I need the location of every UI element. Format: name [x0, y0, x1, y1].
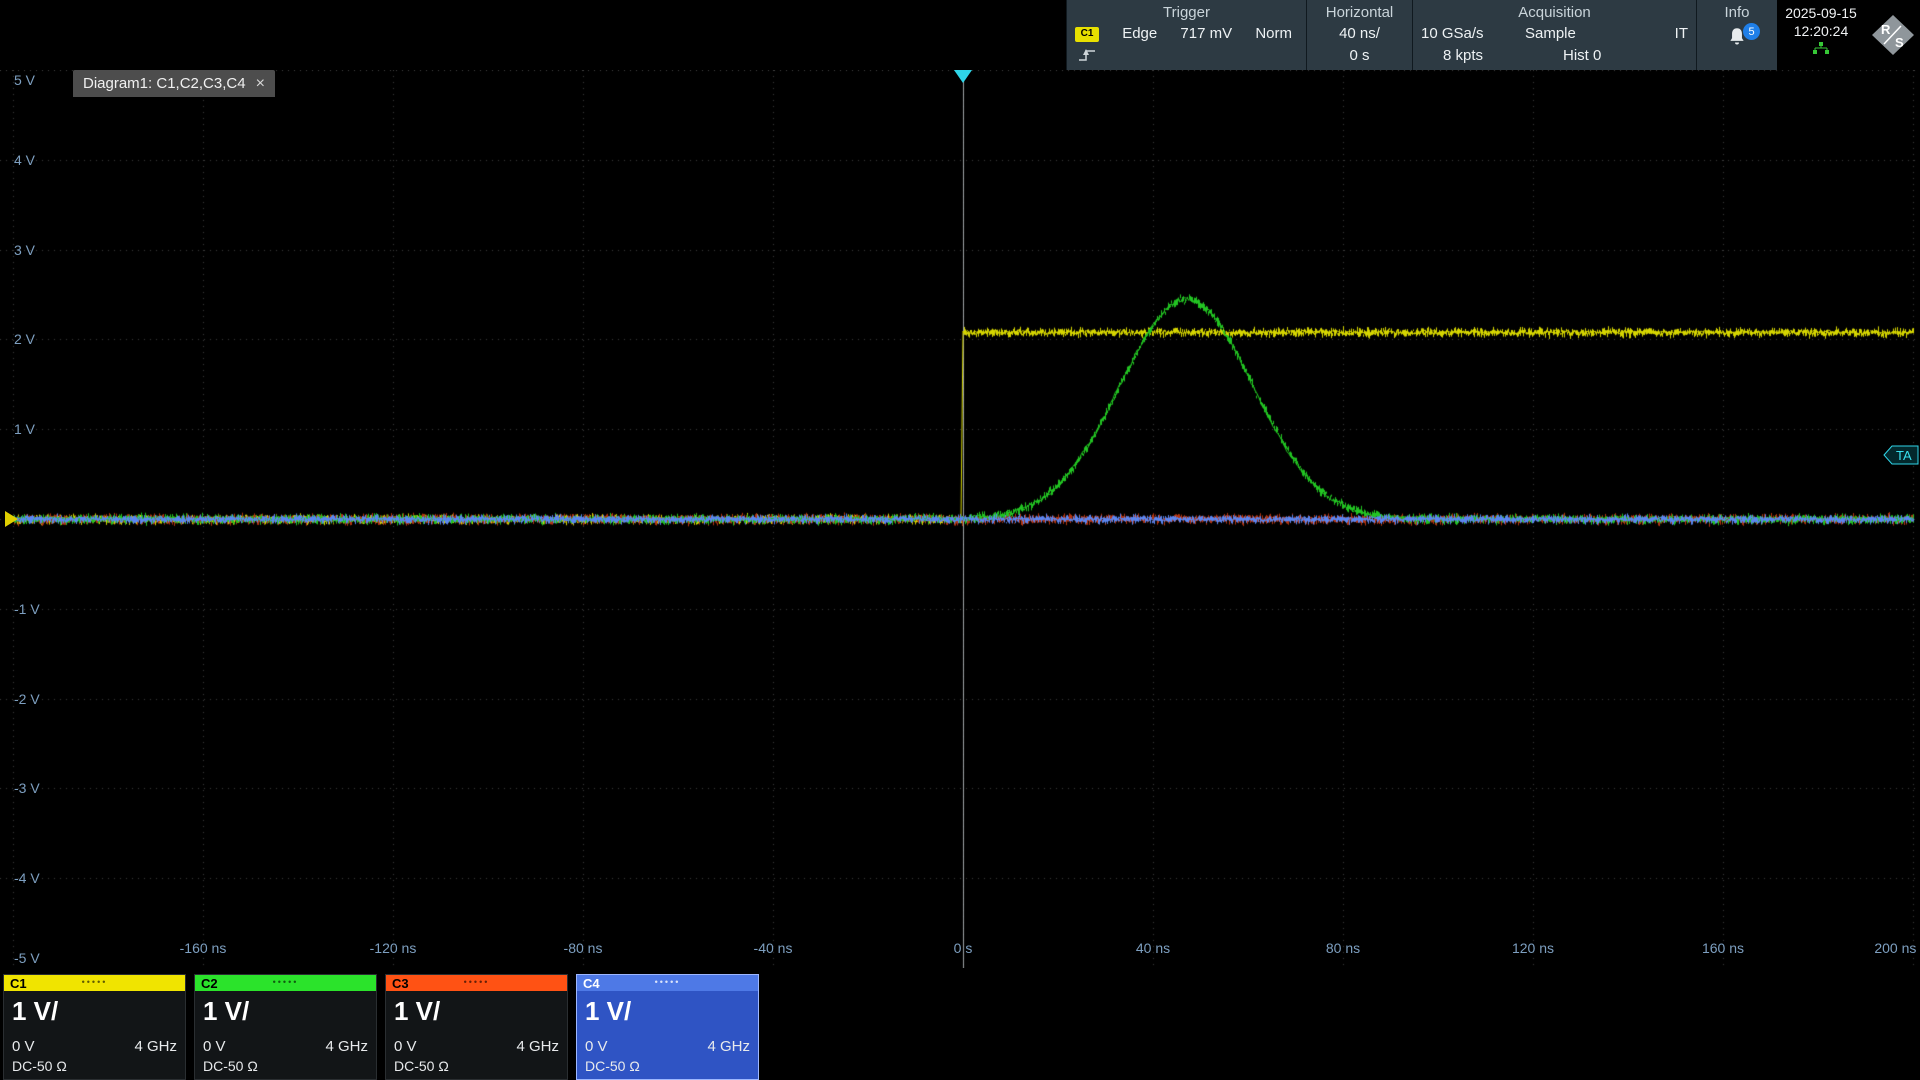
channel-name: C1 [4, 976, 27, 991]
channel-badge-c2[interactable]: C2 ••••• 1 V/ 0 V 4 GHz DC-50 Ω [194, 974, 377, 1080]
diagram-area: Diagram1: C1,C2,C3,C4 × TA -160 ns -120 n… [0, 70, 1920, 968]
channel-offset: 0 V [585, 1037, 608, 1056]
trigger-level-marker-label: TA [1896, 448, 1912, 463]
acquisition-interpolation: IT [1662, 23, 1688, 45]
info-count-badge: 5 [1743, 23, 1760, 40]
date-label: 2025-09-15 [1785, 4, 1857, 22]
channel-body[interactable]: 1 V/ 0 V 4 GHz DC-50 Ω [4, 991, 185, 1079]
svg-text:R: R [1881, 22, 1891, 37]
trigger-panel[interactable]: Trigger C1 Edge 717 mV Norm [1066, 0, 1306, 70]
y-axis-label: 4 V [14, 152, 35, 168]
channel-strip[interactable]: C1 ••••• [4, 975, 185, 991]
acquisition-sample-rate: 10 GSa/s [1421, 23, 1525, 45]
trigger-type: Edge [1122, 23, 1157, 45]
x-axis-label: 200 ns [1874, 940, 1916, 956]
drag-handle-icon: ••••• [82, 977, 108, 987]
y-axis-label: 5 V [14, 72, 35, 88]
channel-scale: 1 V/ [195, 991, 376, 1037]
channel-bandwidth: 4 GHz [707, 1037, 750, 1056]
channel-coupling: DC-50 Ω [4, 1056, 185, 1079]
drag-handle-icon: ••••• [655, 977, 681, 987]
channel-badge-c1[interactable]: C1 ••••• 1 V/ 0 V 4 GHz DC-50 Ω [3, 974, 186, 1080]
top-toolbar: Trigger C1 Edge 717 mV Norm Horizontal 4… [1066, 0, 1920, 70]
network-status-icon [1813, 42, 1829, 55]
channel-body[interactable]: 1 V/ 0 V 4 GHz DC-50 Ω [386, 991, 567, 1079]
channel-offset: 0 V [12, 1037, 35, 1056]
channel-body[interactable]: 1 V/ 0 V 4 GHz DC-50 Ω [577, 991, 758, 1079]
channel-strip[interactable]: C3 ••••• [386, 975, 567, 991]
drag-handle-icon: ••••• [273, 977, 299, 987]
channel-badge-c4[interactable]: C4 ••••• 1 V/ 0 V 4 GHz DC-50 Ω [576, 974, 759, 1080]
x-axis-label: 120 ns [1512, 940, 1554, 956]
channel-scale: 1 V/ [386, 991, 567, 1037]
channel-offset-marker-icon[interactable] [5, 511, 18, 527]
channel-bandwidth: 4 GHz [134, 1037, 177, 1056]
channel-offset: 0 V [394, 1037, 417, 1056]
svg-text:S: S [1895, 35, 1904, 50]
y-axis-label: -4 V [14, 870, 40, 886]
y-axis-label: 1 V [14, 421, 35, 437]
channel-coupling: DC-50 Ω [195, 1056, 376, 1079]
trigger-level: 717 mV [1180, 23, 1232, 45]
trigger-position-marker-icon[interactable] [954, 70, 972, 83]
trigger-slope-rising-icon [1078, 47, 1100, 63]
trigger-level-marker[interactable]: TA [1883, 445, 1919, 465]
trigger-mode: Norm [1255, 23, 1292, 45]
y-axis-label: 2 V [14, 331, 35, 347]
y-axis-label: -2 V [14, 691, 40, 707]
acquisition-history: Hist 0 [1563, 45, 1601, 67]
horizontal-scale: 40 ns/ [1339, 23, 1380, 45]
x-axis-label: -40 ns [754, 940, 793, 956]
horizontal-panel-title: Horizontal [1315, 2, 1404, 23]
channel-coupling: DC-50 Ω [577, 1056, 758, 1079]
horizontal-panel[interactable]: Horizontal 40 ns/ 0 s [1306, 0, 1412, 70]
x-axis-label: -160 ns [180, 940, 227, 956]
channel-name: C2 [195, 976, 218, 991]
channel-bandwidth: 4 GHz [325, 1037, 368, 1056]
x-axis-label: 80 ns [1326, 940, 1360, 956]
diagram-tab-label: Diagram1: C1,C2,C3,C4 [83, 75, 246, 92]
y-axis-label: 3 V [14, 242, 35, 258]
clock-panel: 2025-09-15 12:20:24 [1777, 0, 1865, 70]
drag-handle-icon: ••••• [464, 977, 490, 987]
channel-name: C4 [577, 976, 600, 991]
channel-badge-bar: C1 ••••• 1 V/ 0 V 4 GHz DC-50 Ω C2 •••••… [3, 974, 759, 1080]
y-axis-label: -1 V [14, 601, 40, 617]
channel-coupling: DC-50 Ω [386, 1056, 567, 1079]
acquisition-mode: Sample [1525, 23, 1662, 45]
waveform-canvas[interactable] [0, 70, 1920, 968]
horizontal-position: 0 s [1349, 45, 1369, 67]
channel-scale: 1 V/ [4, 991, 185, 1037]
channel-bandwidth: 4 GHz [516, 1037, 559, 1056]
y-axis-label: -3 V [14, 780, 40, 796]
rohde-schwarz-logo-icon: R S [1870, 13, 1916, 57]
logo-panel: R S [1865, 0, 1920, 70]
x-axis-label: 0 s [954, 940, 973, 956]
acquisition-panel[interactable]: Acquisition 10 GSa/s Sample IT 8 kpts Hi… [1412, 0, 1696, 70]
channel-body[interactable]: 1 V/ 0 V 4 GHz DC-50 Ω [195, 991, 376, 1079]
time-label: 12:20:24 [1794, 22, 1849, 40]
trigger-source-chip: C1 [1075, 27, 1099, 42]
x-axis-label: -120 ns [370, 940, 417, 956]
channel-scale: 1 V/ [577, 991, 758, 1037]
channel-strip[interactable]: C4 ••••• [577, 975, 758, 991]
channel-strip[interactable]: C2 ••••• [195, 975, 376, 991]
info-panel[interactable]: Info 5 [1696, 0, 1777, 70]
x-axis-label: -80 ns [564, 940, 603, 956]
diagram-tab[interactable]: Diagram1: C1,C2,C3,C4 × [73, 70, 275, 97]
diagram-close-icon[interactable]: × [256, 75, 265, 93]
trigger-panel-title: Trigger [1075, 2, 1298, 23]
acquisition-record-length: 8 kpts [1443, 45, 1563, 67]
x-axis-label: 40 ns [1136, 940, 1170, 956]
x-axis-label: 160 ns [1702, 940, 1744, 956]
channel-offset: 0 V [203, 1037, 226, 1056]
channel-badge-c3[interactable]: C3 ••••• 1 V/ 0 V 4 GHz DC-50 Ω [385, 974, 568, 1080]
y-axis-label: -5 V [14, 950, 40, 966]
acquisition-panel-title: Acquisition [1421, 2, 1688, 23]
info-panel-title: Info [1724, 2, 1749, 23]
channel-name: C3 [386, 976, 409, 991]
